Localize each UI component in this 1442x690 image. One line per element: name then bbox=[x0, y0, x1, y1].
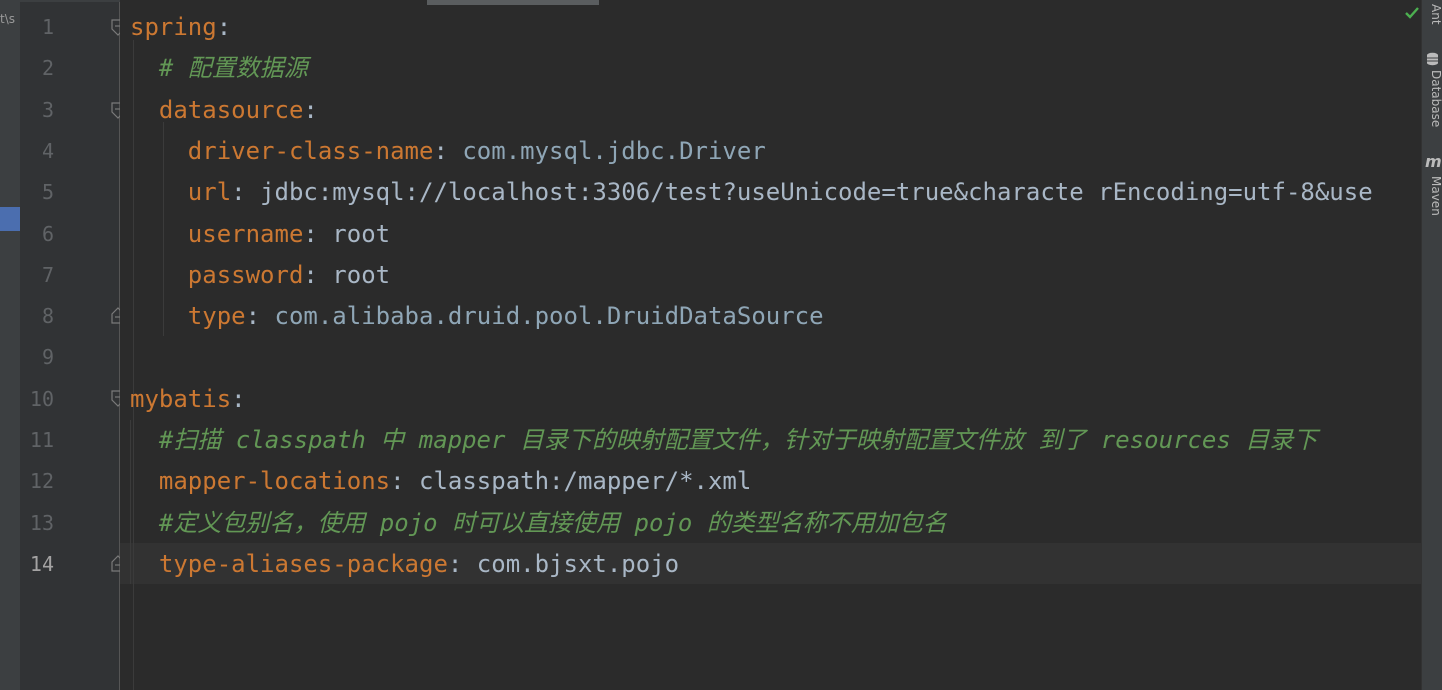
yaml-key: datasource bbox=[158, 96, 304, 124]
code-line[interactable]: #定义包别名，使用 pojo 时可以直接使用 pojo 的类型名称不用加包名 bbox=[130, 503, 947, 544]
line-number[interactable]: 11 bbox=[20, 420, 54, 461]
yaml-key: mapper-locations bbox=[158, 467, 391, 495]
yaml-punctuation: : bbox=[216, 13, 232, 41]
yaml-punctuation: : bbox=[231, 178, 261, 206]
project-selected-item[interactable] bbox=[0, 207, 20, 231]
code-line[interactable]: mybatis: bbox=[130, 379, 246, 420]
code-line[interactable]: spring: bbox=[130, 7, 231, 48]
yaml-punctuation: : bbox=[303, 261, 333, 289]
code-editor[interactable]: spring: # 配置数据源 datasource: driver-class… bbox=[120, 0, 1421, 690]
yaml-key: spring bbox=[130, 13, 217, 41]
line-number[interactable]: 9 bbox=[20, 337, 54, 378]
line-number[interactable]: 4 bbox=[20, 131, 54, 172]
database-icon bbox=[1427, 52, 1438, 66]
line-number[interactable]: 14 bbox=[20, 544, 54, 585]
maven-icon: m bbox=[1425, 152, 1442, 171]
code-line[interactable]: password: root bbox=[130, 255, 390, 296]
yaml-value: root bbox=[332, 220, 391, 248]
yaml-punctuation: : bbox=[245, 302, 275, 330]
yaml-punctuation: : bbox=[231, 385, 246, 413]
code-line[interactable]: datasource: bbox=[130, 90, 318, 131]
database-tab[interactable]: Database bbox=[1422, 70, 1442, 127]
yaml-key: password bbox=[187, 261, 304, 289]
yaml-comment: #扫描 classpath 中 mapper 目录下的映射配置文件，针对于映射配… bbox=[158, 426, 1318, 454]
yaml-key: username bbox=[187, 220, 304, 248]
code-line[interactable]: mapper-locations: classpath:/mapper/*.xm… bbox=[130, 461, 751, 502]
line-number[interactable]: 6 bbox=[20, 214, 54, 255]
yaml-comment: #定义包别名，使用 pojo 时可以直接使用 pojo 的类型名称不用加包名 bbox=[158, 509, 947, 537]
line-number[interactable]: 2 bbox=[20, 48, 54, 89]
yaml-class-value: com.alibaba.druid.pool.DruidDataSource bbox=[274, 302, 824, 330]
code-line[interactable]: username: root bbox=[130, 214, 390, 255]
line-number[interactable]: 12 bbox=[20, 461, 54, 502]
yaml-punctuation: : bbox=[433, 137, 463, 165]
yaml-punctuation: : bbox=[390, 467, 419, 495]
line-number[interactable]: 3 bbox=[20, 90, 54, 131]
yaml-key: driver-class-name bbox=[187, 137, 434, 165]
code-line[interactable]: type-aliases-package: com.bjsxt.pojo bbox=[130, 544, 679, 585]
line-number[interactable]: 1 bbox=[20, 7, 54, 48]
yaml-value: jdbc:mysql://localhost:3306/test?useUnic… bbox=[260, 178, 1373, 206]
yaml-punctuation: : bbox=[303, 220, 333, 248]
check-icon[interactable] bbox=[1404, 5, 1420, 21]
yaml-class-value: com.mysql.jdbc.Driver bbox=[462, 137, 766, 165]
code-line[interactable]: driver-class-name: com.mysql.jdbc.Driver bbox=[130, 131, 766, 172]
yaml-punctuation: : bbox=[447, 550, 477, 578]
code-line[interactable]: # 配置数据源 bbox=[130, 48, 308, 89]
project-path-text: t\s bbox=[0, 12, 15, 26]
maven-tab[interactable]: Maven bbox=[1422, 176, 1442, 216]
line-number[interactable]: 7 bbox=[20, 255, 54, 296]
yaml-value: com.bjsxt.pojo bbox=[476, 550, 680, 578]
yaml-key: type-aliases-package bbox=[158, 550, 448, 578]
yaml-key: url bbox=[187, 178, 232, 206]
line-number[interactable]: 8 bbox=[20, 296, 54, 337]
right-tool-strip: Ant Database m Maven bbox=[1421, 0, 1442, 690]
line-number[interactable]: 10 bbox=[20, 379, 54, 420]
line-number[interactable]: 5 bbox=[20, 172, 54, 213]
code-line[interactable]: url: jdbc:mysql://localhost:3306/test?us… bbox=[130, 172, 1373, 213]
ant-tab[interactable]: Ant bbox=[1422, 4, 1442, 25]
code-line[interactable]: #扫描 classpath 中 mapper 目录下的映射配置文件，针对于映射配… bbox=[130, 420, 1317, 461]
line-number[interactable]: 13 bbox=[20, 503, 54, 544]
yaml-value: root bbox=[332, 261, 391, 289]
yaml-value: classpath:/mapper/*.xml bbox=[419, 467, 752, 495]
yaml-comment: # 配置数据源 bbox=[158, 54, 308, 82]
yaml-punctuation: : bbox=[303, 96, 318, 124]
code-line[interactable]: type: com.alibaba.druid.pool.DruidDataSo… bbox=[130, 296, 824, 337]
horizontal-scroll-thumb[interactable] bbox=[427, 0, 599, 5]
yaml-key: type bbox=[187, 302, 246, 330]
yaml-key: mybatis bbox=[130, 385, 232, 413]
project-panel-edge[interactable]: t\s bbox=[0, 0, 20, 690]
